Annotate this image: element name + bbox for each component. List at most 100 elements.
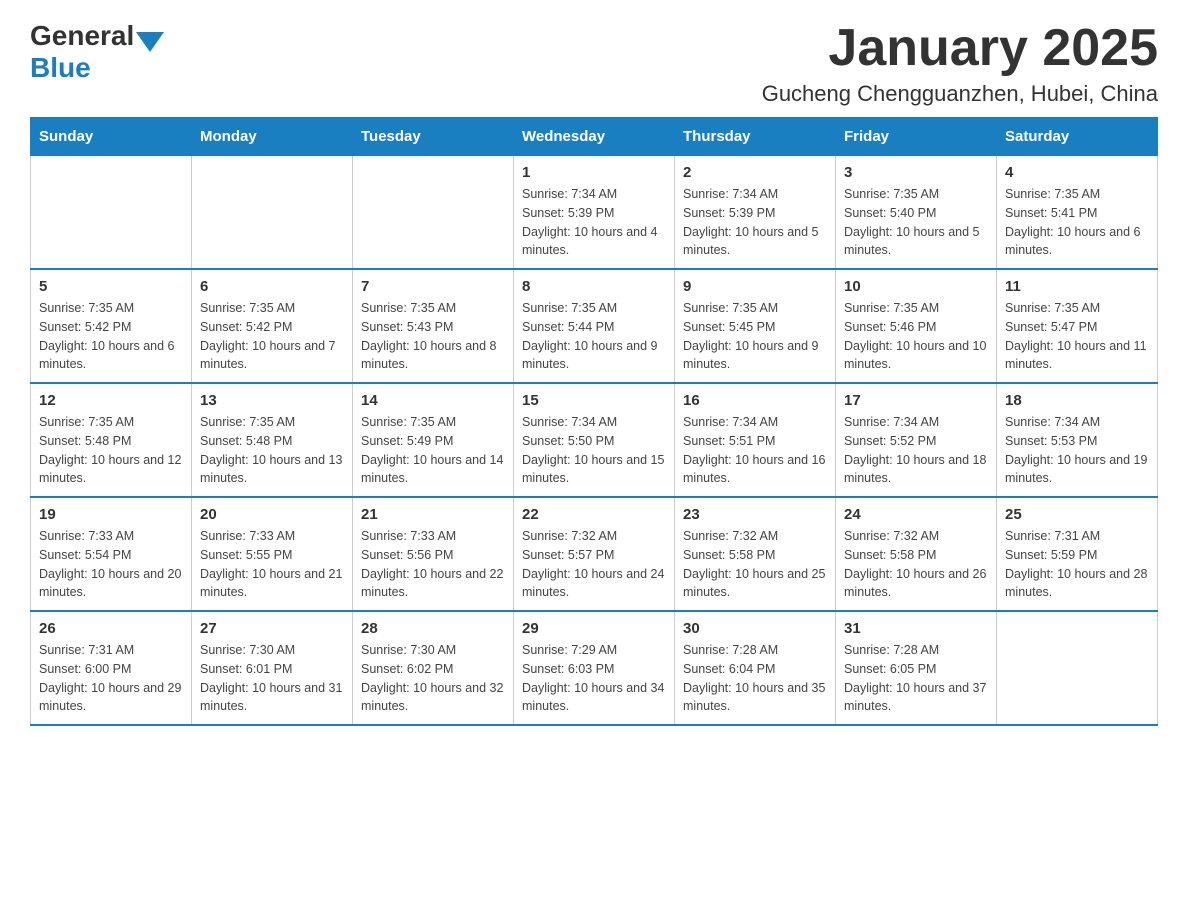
calendar-week-2: 12 Sunrise: 7:35 AM Sunset: 5:48 PM Dayli… xyxy=(31,383,1158,497)
calendar-cell: 20 Sunrise: 7:33 AM Sunset: 5:55 PM Dayli… xyxy=(192,497,353,611)
day-number: 8 xyxy=(522,278,666,295)
day-number: 29 xyxy=(522,620,666,637)
day-info: Sunrise: 7:31 AM Sunset: 6:00 PM Dayligh… xyxy=(39,641,183,716)
day-number: 21 xyxy=(361,506,505,523)
weekday-header-thursday: Thursday xyxy=(675,118,836,156)
logo-blue-text: Blue xyxy=(30,52,91,84)
day-info: Sunrise: 7:34 AM Sunset: 5:39 PM Dayligh… xyxy=(522,185,666,260)
calendar-cell xyxy=(31,156,192,270)
weekday-header-wednesday: Wednesday xyxy=(514,118,675,156)
calendar-week-1: 5 Sunrise: 7:35 AM Sunset: 5:42 PM Daylig… xyxy=(31,269,1158,383)
calendar-title-block: January 2025 Gucheng Chengguanzhen, Hube… xyxy=(762,20,1158,107)
calendar-subtitle: Gucheng Chengguanzhen, Hubei, China xyxy=(762,81,1158,107)
day-info: Sunrise: 7:32 AM Sunset: 5:58 PM Dayligh… xyxy=(844,527,988,602)
calendar-cell: 3Sunrise: 7:35 AM Sunset: 5:40 PM Daylig… xyxy=(836,156,997,270)
day-info: Sunrise: 7:30 AM Sunset: 6:01 PM Dayligh… xyxy=(200,641,344,716)
calendar-cell xyxy=(192,156,353,270)
day-number: 15 xyxy=(522,392,666,409)
calendar-cell xyxy=(997,611,1158,725)
calendar-week-0: 1 Sunrise: 7:34 AM Sunset: 5:39 PM Daylig… xyxy=(31,156,1158,270)
calendar-cell: 28Sunrise: 7:30 AM Sunset: 6:02 PM Dayli… xyxy=(353,611,514,725)
day-info: Sunrise: 7:28 AM Sunset: 6:04 PM Dayligh… xyxy=(683,641,827,716)
day-number: 3 xyxy=(844,164,988,181)
weekday-header-monday: Monday xyxy=(192,118,353,156)
day-number: 12 xyxy=(39,392,183,409)
day-info: Sunrise: 7:28 AM Sunset: 6:05 PM Dayligh… xyxy=(844,641,988,716)
calendar-cell: 23 Sunrise: 7:32 AM Sunset: 5:58 PM Dayli… xyxy=(675,497,836,611)
day-number: 23 xyxy=(683,506,827,523)
calendar-cell: 16 Sunrise: 7:34 AM Sunset: 5:51 PM Dayli… xyxy=(675,383,836,497)
day-info: Sunrise: 7:35 AM Sunset: 5:43 PM Dayligh… xyxy=(361,299,505,374)
calendar-cell: 26 Sunrise: 7:31 AM Sunset: 6:00 PM Dayli… xyxy=(31,611,192,725)
day-info: Sunrise: 7:31 AM Sunset: 5:59 PM Dayligh… xyxy=(1005,527,1149,602)
calendar-cell: 31 Sunrise: 7:28 AM Sunset: 6:05 PM Dayli… xyxy=(836,611,997,725)
calendar-cell: 13 Sunrise: 7:35 AM Sunset: 5:48 PM Dayli… xyxy=(192,383,353,497)
day-number: 30 xyxy=(683,620,827,637)
day-number: 16 xyxy=(683,392,827,409)
weekday-header-friday: Friday xyxy=(836,118,997,156)
calendar-cell: 17 Sunrise: 7:34 AM Sunset: 5:52 PM Dayli… xyxy=(836,383,997,497)
day-info: Sunrise: 7:35 AM Sunset: 5:49 PM Dayligh… xyxy=(361,413,505,488)
day-number: 24 xyxy=(844,506,988,523)
day-number: 6 xyxy=(200,278,344,295)
day-info: Sunrise: 7:32 AM Sunset: 5:58 PM Dayligh… xyxy=(683,527,827,602)
day-number: 1 xyxy=(522,164,666,181)
day-info: Sunrise: 7:35 AM Sunset: 5:42 PM Dayligh… xyxy=(39,299,183,374)
weekday-header-saturday: Saturday xyxy=(997,118,1158,156)
day-number: 13 xyxy=(200,392,344,409)
day-number: 9 xyxy=(683,278,827,295)
day-number: 11 xyxy=(1005,278,1149,295)
calendar-cell: 11 Sunrise: 7:35 AM Sunset: 5:47 PM Dayli… xyxy=(997,269,1158,383)
weekday-header-tuesday: Tuesday xyxy=(353,118,514,156)
day-info: Sunrise: 7:35 AM Sunset: 5:44 PM Dayligh… xyxy=(522,299,666,374)
day-number: 28 xyxy=(361,620,505,637)
calendar-cell: 27 Sunrise: 7:30 AM Sunset: 6:01 PM Dayli… xyxy=(192,611,353,725)
day-info: Sunrise: 7:34 AM Sunset: 5:39 PM Dayligh… xyxy=(683,185,827,260)
calendar-week-3: 19 Sunrise: 7:33 AM Sunset: 5:54 PM Dayli… xyxy=(31,497,1158,611)
day-info: Sunrise: 7:33 AM Sunset: 5:54 PM Dayligh… xyxy=(39,527,183,602)
day-number: 14 xyxy=(361,392,505,409)
calendar-cell: 9 Sunrise: 7:35 AM Sunset: 5:45 PM Daylig… xyxy=(675,269,836,383)
day-number: 22 xyxy=(522,506,666,523)
calendar-week-4: 26 Sunrise: 7:31 AM Sunset: 6:00 PM Dayli… xyxy=(31,611,1158,725)
day-info: Sunrise: 7:35 AM Sunset: 5:48 PM Dayligh… xyxy=(39,413,183,488)
calendar-cell: 5 Sunrise: 7:35 AM Sunset: 5:42 PM Daylig… xyxy=(31,269,192,383)
calendar-cell: 1 Sunrise: 7:34 AM Sunset: 5:39 PM Daylig… xyxy=(514,156,675,270)
day-number: 19 xyxy=(39,506,183,523)
day-info: Sunrise: 7:35 AM Sunset: 5:48 PM Dayligh… xyxy=(200,413,344,488)
day-info: Sunrise: 7:34 AM Sunset: 5:51 PM Dayligh… xyxy=(683,413,827,488)
day-info: Sunrise: 7:35 AM Sunset: 5:45 PM Dayligh… xyxy=(683,299,827,374)
day-number: 25 xyxy=(1005,506,1149,523)
calendar-cell: 29 Sunrise: 7:29 AM Sunset: 6:03 PM Dayli… xyxy=(514,611,675,725)
day-number: 18 xyxy=(1005,392,1149,409)
day-number: 27 xyxy=(200,620,344,637)
day-info: Sunrise: 7:35 AM Sunset: 5:47 PM Dayligh… xyxy=(1005,299,1149,374)
day-number: 26 xyxy=(39,620,183,637)
day-number: 2 xyxy=(683,164,827,181)
day-number: 10 xyxy=(844,278,988,295)
day-info: Sunrise: 7:32 AM Sunset: 5:57 PM Dayligh… xyxy=(522,527,666,602)
day-info: Sunrise: 7:35 AM Sunset: 5:46 PM Dayligh… xyxy=(844,299,988,374)
day-info: Sunrise: 7:33 AM Sunset: 5:55 PM Dayligh… xyxy=(200,527,344,602)
day-number: 31 xyxy=(844,620,988,637)
day-info: Sunrise: 7:35 AM Sunset: 5:42 PM Dayligh… xyxy=(200,299,344,374)
calendar-cell: 15Sunrise: 7:34 AM Sunset: 5:50 PM Dayli… xyxy=(514,383,675,497)
day-info: Sunrise: 7:34 AM Sunset: 5:53 PM Dayligh… xyxy=(1005,413,1149,488)
calendar-cell: 2 Sunrise: 7:34 AM Sunset: 5:39 PM Daylig… xyxy=(675,156,836,270)
calendar-cell: 14 Sunrise: 7:35 AM Sunset: 5:49 PM Dayli… xyxy=(353,383,514,497)
day-number: 17 xyxy=(844,392,988,409)
calendar-cell: 4Sunrise: 7:35 AM Sunset: 5:41 PM Daylig… xyxy=(997,156,1158,270)
calendar-title: January 2025 xyxy=(762,20,1158,77)
logo: General Blue xyxy=(30,20,164,84)
calendar-cell: 8 Sunrise: 7:35 AM Sunset: 5:44 PM Daylig… xyxy=(514,269,675,383)
page-header: General Blue January 2025 Gucheng Chengg… xyxy=(30,20,1158,107)
day-info: Sunrise: 7:34 AM Sunset: 5:52 PM Dayligh… xyxy=(844,413,988,488)
calendar-cell xyxy=(353,156,514,270)
calendar-cell: 21Sunrise: 7:33 AM Sunset: 5:56 PM Dayli… xyxy=(353,497,514,611)
day-number: 5 xyxy=(39,278,183,295)
logo-general-text: General xyxy=(30,20,134,52)
day-info: Sunrise: 7:29 AM Sunset: 6:03 PM Dayligh… xyxy=(522,641,666,716)
calendar-cell: 6 Sunrise: 7:35 AM Sunset: 5:42 PM Daylig… xyxy=(192,269,353,383)
logo-triangle-icon xyxy=(136,32,164,52)
day-number: 20 xyxy=(200,506,344,523)
